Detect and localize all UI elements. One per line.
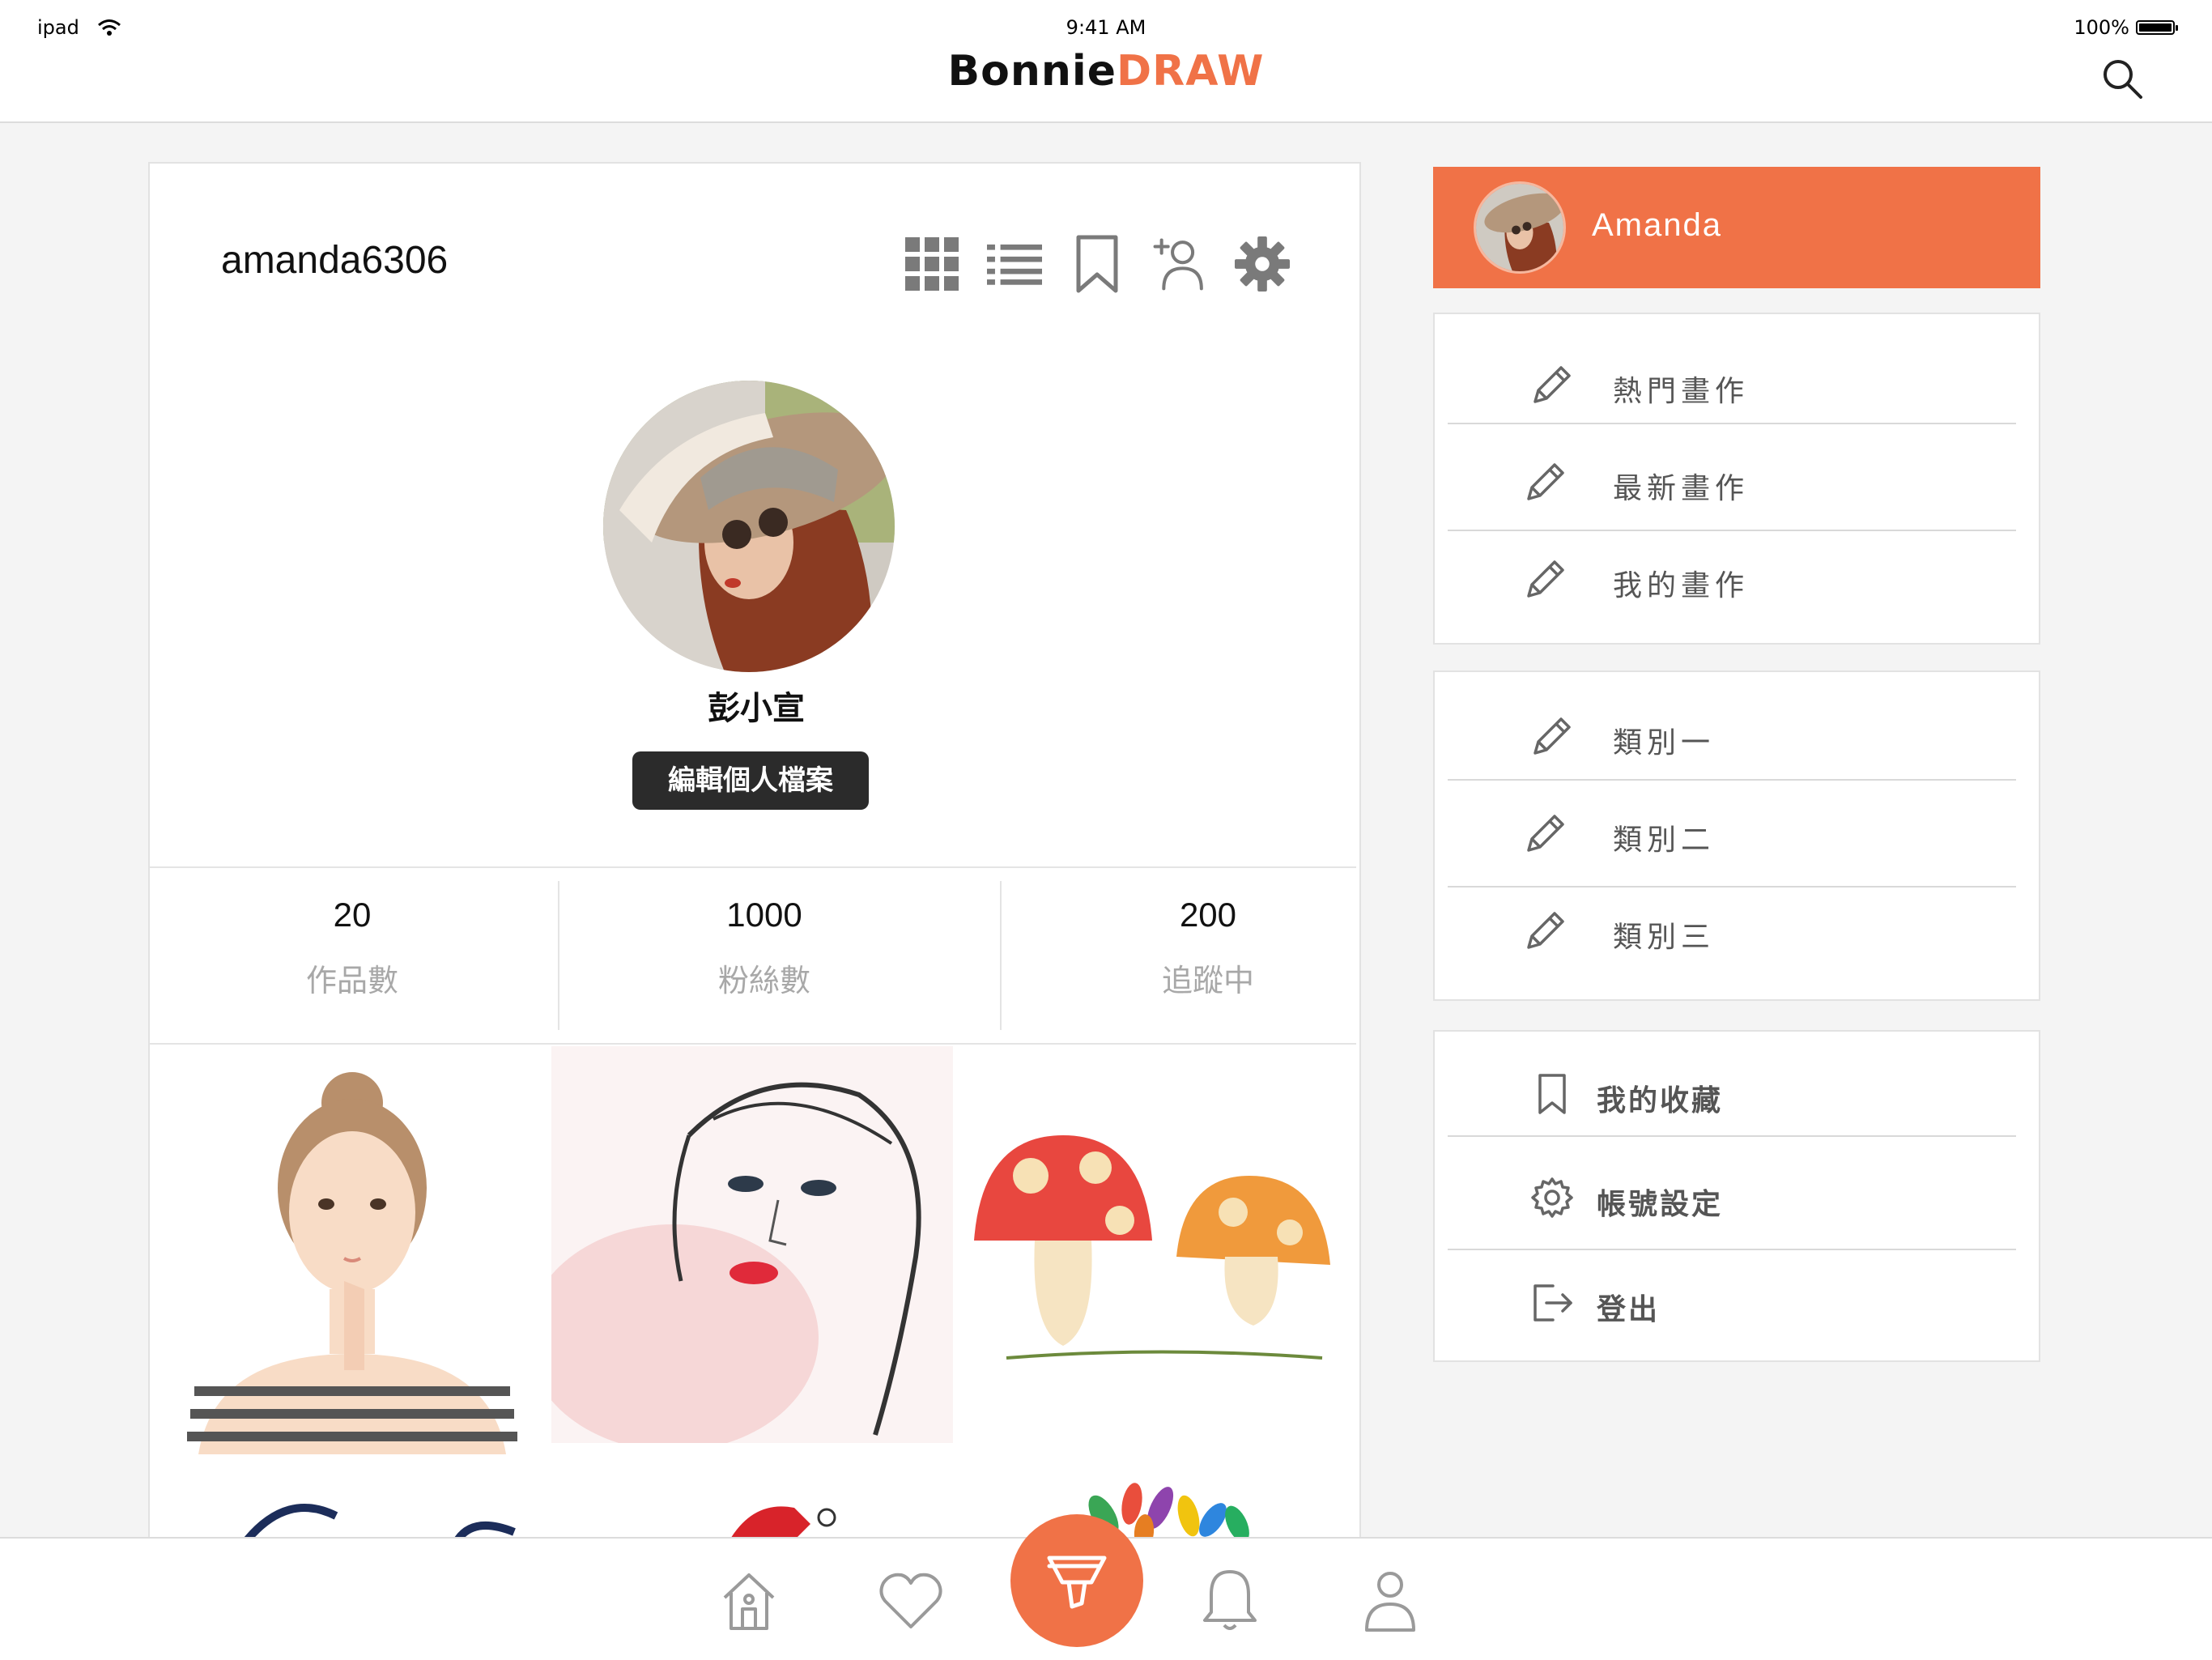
menu-label: 帳號設定 (1597, 1188, 1724, 1221)
menu-label: 類別三 (1613, 921, 1716, 954)
top-bar: ipad 9:41 AM 100% BonnieDRAW (0, 0, 2212, 123)
menu-item-category-3[interactable]: 類別三 (1448, 881, 2016, 978)
menu-group-artworks: 熱門畫作 最新畫作 我的畫作 (1433, 313, 2040, 645)
status-time: 9:41 AM (1066, 16, 1146, 39)
stat-works[interactable]: 20 作品數 (150, 868, 555, 1043)
stats-row: 20 作品數 1000 粉絲數 200 追蹤中 (150, 866, 1356, 1045)
menu-item-category-1[interactable]: 類別一 (1448, 687, 2016, 784)
artwork-thumb[interactable] (958, 1046, 1359, 1443)
settings-button[interactable] (1235, 235, 1290, 293)
pencil-icon (1534, 366, 1571, 403)
side-user-name: Amanda (1592, 207, 1722, 243)
artwork-santa-hat (731, 1506, 836, 1537)
edit-profile-button[interactable]: 編輯個人檔案 (632, 751, 869, 810)
menu-item-my-artworks[interactable]: 我的畫作 (1448, 530, 2016, 627)
pencil-icon (1527, 463, 1564, 500)
side-avatar-photo (1476, 184, 1563, 271)
tab-favorites[interactable] (874, 1564, 947, 1637)
home-icon (723, 1573, 775, 1630)
pencil-icon (1527, 815, 1564, 852)
logo-part-bonnie: Bonnie (947, 47, 1117, 96)
artwork-thumb[interactable] (958, 1459, 1359, 1537)
artwork-grid (150, 1046, 1359, 1537)
artwork-mushrooms (974, 1135, 1330, 1360)
menu-item-favorites[interactable]: 我的收藏 (1448, 1045, 2016, 1142)
username: amanda6306 (221, 239, 449, 282)
artwork-thumb[interactable] (150, 1459, 547, 1537)
grid-view-button[interactable] (904, 235, 959, 293)
menu-label: 登出 (1597, 1293, 1661, 1326)
menu-group-categories: 類別一 類別二 類別三 (1433, 670, 2040, 1001)
menu-item-category-2[interactable]: 類別二 (1448, 784, 2016, 881)
menu-divider (1448, 1249, 2016, 1250)
menu-item-latest[interactable]: 最新畫作 (1448, 432, 2016, 530)
saved-button[interactable] (1070, 235, 1125, 293)
status-right: 100% (2074, 16, 2178, 39)
bookmark-icon (1076, 235, 1118, 293)
stat-works-label: 作品數 (305, 963, 398, 998)
artwork-thumb[interactable] (551, 1046, 953, 1443)
stat-fans-label: 粉絲數 (717, 963, 810, 998)
logo-part-draw: DRAW (1117, 47, 1265, 96)
menu-label: 熱門畫作 (1613, 375, 1750, 408)
menu-label: 我的畫作 (1613, 569, 1750, 602)
profile-avatar[interactable] (603, 381, 895, 672)
artwork-thumb[interactable] (150, 1046, 547, 1454)
menu-label: 類別一 (1613, 726, 1716, 760)
pencil-icon (1527, 912, 1564, 949)
artwork-woman-portrait (551, 1082, 921, 1443)
menu-item-account-settings[interactable]: 帳號設定 (1448, 1148, 2016, 1245)
search-icon (2104, 60, 2142, 99)
add-friend-button[interactable] (1152, 235, 1207, 293)
battery-icon (2136, 20, 2178, 35)
stat-following-value: 200 (1179, 896, 1237, 934)
pencil-icon (1534, 717, 1571, 755)
stat-following[interactable]: 200 追蹤中 (1002, 868, 1359, 1043)
artwork-thumb[interactable] (551, 1459, 953, 1537)
gear-icon (1235, 236, 1290, 292)
menu-divider (1448, 779, 2016, 781)
menu-label: 最新畫作 (1613, 472, 1750, 505)
profile-icon (1365, 1572, 1415, 1632)
side-user-header[interactable]: Amanda (1433, 167, 2040, 288)
side-avatar (1474, 181, 1566, 274)
display-name: 彭小宣 (708, 690, 805, 727)
artwork-girl-bun (187, 1072, 517, 1454)
stat-fans-value: 1000 (726, 896, 802, 934)
list-view-button[interactable] (987, 235, 1042, 293)
search-button[interactable] (2100, 57, 2144, 100)
menu-divider (1448, 423, 2016, 424)
menu-label: 我的收藏 (1597, 1084, 1724, 1117)
profile-toolbar (904, 235, 1290, 293)
app-logo: BonnieDRAW (0, 47, 2212, 96)
avatar-photo (603, 381, 895, 672)
menu-label: 類別二 (1613, 824, 1716, 857)
artwork-blue-lines (244, 1504, 516, 1537)
brush-icon (1047, 1556, 1107, 1609)
tab-profile[interactable] (1354, 1564, 1427, 1637)
stat-works-value: 20 (333, 896, 372, 934)
menu-group-account: 我的收藏 帳號設定 登出 (1433, 1030, 2040, 1362)
add-user-icon (1153, 238, 1203, 291)
grid-icon (905, 237, 959, 291)
draw-button[interactable] (1010, 1514, 1143, 1647)
heart-icon (879, 1573, 942, 1628)
list-icon (987, 244, 1042, 285)
battery-percent: 100% (2074, 16, 2129, 39)
artwork-colorful-leaves (1088, 1483, 1249, 1537)
tab-notifications[interactable] (1193, 1564, 1266, 1637)
stat-following-label: 追蹤中 (1161, 963, 1254, 998)
bell-icon (1203, 1570, 1257, 1630)
tab-home[interactable] (713, 1564, 785, 1637)
logout-icon (1534, 1284, 1572, 1322)
profile-card: amanda6306 彭小宣 編輯個人檔案 20 作品數 1000 粉絲數 20… (148, 162, 1361, 1539)
menu-item-popular[interactable]: 熱門畫作 (1448, 335, 2016, 432)
menu-item-logout[interactable]: 登出 (1448, 1254, 2016, 1351)
gear-outline-icon (1531, 1177, 1573, 1218)
pencil-icon (1527, 560, 1564, 598)
menu-divider (1448, 1135, 2016, 1137)
bookmark-icon (1538, 1074, 1566, 1114)
stat-fans[interactable]: 1000 粉絲數 (559, 868, 969, 1043)
